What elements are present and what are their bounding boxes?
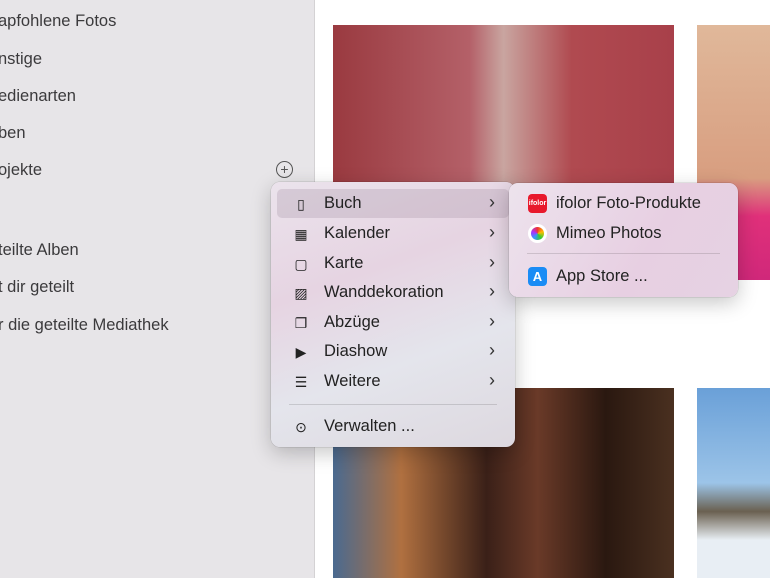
menu-item-wall-decor[interactable]: ▨ Wanddekoration › [277, 278, 509, 307]
chevron-right-icon: › [489, 252, 495, 272]
app-store-icon: A [528, 267, 547, 286]
book-submenu: ifolor ifolor Foto-Produkte Mimeo Photos … [509, 183, 738, 297]
menu-item-manage[interactable]: ⊙ Verwalten ... [277, 412, 509, 441]
menu-item-slideshow[interactable]: ▶ Diashow › [277, 337, 509, 366]
submenu-item-mimeo[interactable]: Mimeo Photos [509, 220, 738, 248]
sidebar-item[interactable]: teilte Alben [0, 241, 79, 260]
calendar-icon: ▦ [294, 226, 308, 242]
sidebar-item-projects[interactable]: ojekte [0, 161, 42, 180]
chevron-right-icon: › [489, 281, 495, 301]
menu-separator [527, 253, 720, 254]
chevron-right-icon: › [489, 311, 495, 331]
photo-thumbnail[interactable] [697, 388, 770, 578]
chevron-right-icon: › [489, 222, 495, 242]
submenu-item-ifolor[interactable]: ifolor ifolor Foto-Produkte [509, 190, 738, 218]
projects-menu: ▯ Buch › ▦ Kalender › ▢ Karte › ▨ Wanddekoratio… [271, 182, 515, 447]
sidebar-item[interactable]: r die geteilte Mediathek [0, 316, 169, 335]
sidebar-item[interactable]: apfohlene Fotos [0, 12, 116, 31]
slideshow-icon: ▶ [295, 344, 307, 360]
card-icon: ▢ [294, 256, 308, 272]
stack-icon: ☰ [294, 374, 308, 390]
photo-thumbnail[interactable] [333, 25, 674, 185]
sidebar: apfohlene Fotos nstige edienarten ben oj… [0, 0, 315, 578]
plus-circle-icon[interactable]: + [276, 161, 293, 178]
wall-photo-icon: ▨ [294, 285, 308, 301]
submenu-item-app-store[interactable]: A App Store ... [509, 263, 738, 291]
menu-item-book[interactable]: ▯ Buch › [277, 189, 509, 218]
sidebar-item[interactable]: t dir geteilt [0, 278, 74, 297]
book-icon: ▯ [297, 196, 305, 212]
chevron-right-icon: › [489, 370, 495, 390]
sidebar-item[interactable]: edienarten [0, 87, 76, 106]
sidebar-item[interactable]: ben [0, 124, 26, 143]
mimeo-app-icon [528, 224, 547, 243]
ifolor-app-icon: ifolor [528, 194, 547, 213]
menu-item-prints[interactable]: ❐ Abzüge › [277, 308, 509, 337]
menu-item-card[interactable]: ▢ Karte › [277, 249, 509, 278]
menu-separator [289, 404, 497, 405]
ellipsis-circle-icon: ⊙ [295, 419, 307, 435]
menu-item-calendar[interactable]: ▦ Kalender › [277, 219, 509, 248]
chevron-right-icon: › [489, 192, 495, 212]
menu-item-more[interactable]: ☰ Weitere › [277, 367, 509, 396]
chevron-right-icon: › [489, 340, 495, 360]
sidebar-item[interactable]: nstige [0, 50, 42, 69]
prints-icon: ❐ [294, 315, 308, 331]
